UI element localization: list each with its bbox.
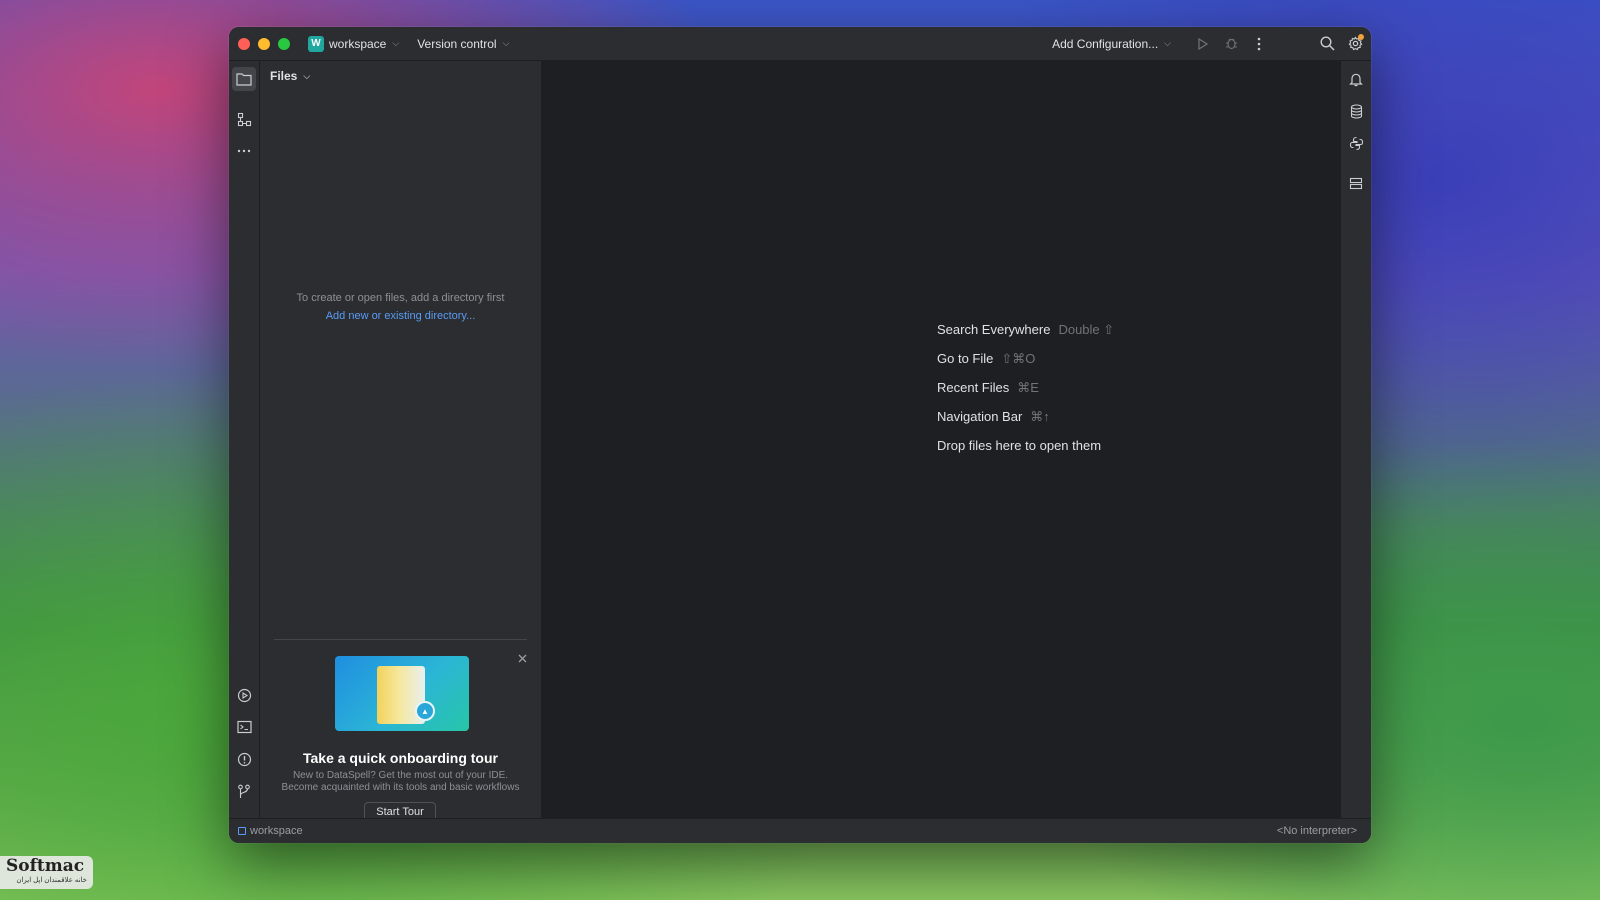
close-window-button[interactable]	[238, 37, 250, 50]
vertical-ellipsis-icon	[1257, 37, 1261, 50]
editor-empty-hints: Search Everywhere Double ⇧ Go to File ⇧⌘O …	[937, 315, 1114, 460]
debug-button[interactable]	[1217, 30, 1245, 58]
hint-label: Navigation Bar	[937, 409, 1023, 424]
window-controls	[238, 37, 290, 50]
hint-shortcut: Double ⇧	[1058, 321, 1115, 337]
divider	[274, 639, 527, 640]
watermark-tagline: خانه علاقمندان اپل ایران	[16, 877, 87, 884]
git-branch-icon	[238, 784, 250, 798]
chevron-down-icon: ⌵	[502, 38, 510, 48]
services-tool-button[interactable]	[232, 683, 256, 707]
structure-tool-button[interactable]	[232, 107, 256, 131]
hint-search-everywhere: Search Everywhere Double ⇧	[937, 315, 1114, 344]
tour-description-line: New to DataSpell? Get the most out of yo…	[292, 770, 509, 781]
bell-icon	[1349, 73, 1363, 86]
project-icon	[238, 827, 246, 835]
project-name: workspace	[329, 36, 387, 51]
settings-button[interactable]	[1341, 30, 1369, 58]
tour-description: New to DataSpell? Get the most out of yo…	[270, 770, 531, 794]
graduation-cap-icon: ▲	[415, 701, 435, 721]
version-control-label: Version control	[417, 36, 497, 51]
empty-files-hint: To create or open files, add a directory…	[296, 292, 505, 304]
structure-icon	[237, 112, 251, 126]
files-panel: Files ⌵ To create or open files, add a d…	[260, 61, 542, 822]
hint-navigation-bar: Navigation Bar ⌘↑	[937, 402, 1114, 431]
problems-tool-button[interactable]	[232, 747, 256, 771]
hint-label: Drop files here to open them	[937, 438, 1102, 453]
tour-title: Take a quick onboarding tour	[303, 750, 498, 766]
git-tool-button[interactable]	[232, 779, 256, 803]
hint-label: Go to File	[937, 351, 994, 366]
play-icon	[1198, 37, 1209, 50]
files-panel-header[interactable]: Files ⌵	[270, 69, 310, 83]
python-icon	[1349, 136, 1363, 150]
hint-go-to-file: Go to File ⇧⌘O	[937, 344, 1114, 373]
notification-dot	[1358, 33, 1364, 40]
database-icon	[1350, 103, 1362, 119]
close-tour-button[interactable]	[518, 651, 527, 666]
python-console-tool-button[interactable]	[1344, 131, 1368, 155]
terminal-tool-button[interactable]	[232, 715, 256, 739]
status-bar: workspace <No interpreter>	[229, 818, 1371, 843]
watermark-brand: Softmac	[6, 856, 85, 876]
tour-description-line: Become acquainted with its tools and bas…	[281, 782, 520, 793]
title-bar: W workspace ⌵ Version control ⌵ Add Conf…	[229, 27, 1371, 61]
project-badge: W	[308, 35, 324, 52]
run-configuration-selector[interactable]: Add Configuration... ⌵	[1052, 37, 1171, 51]
layers-icon	[1349, 177, 1363, 189]
search-everywhere-button[interactable]	[1313, 30, 1341, 58]
chevron-down-icon: ⌵	[392, 38, 400, 48]
hint-label: Search Everywhere	[937, 322, 1051, 337]
run-button[interactable]	[1189, 30, 1217, 58]
hint-drop-files: Drop files here to open them	[937, 431, 1114, 460]
left-tool-strip	[229, 61, 260, 818]
play-circle-icon	[237, 688, 251, 702]
bug-icon	[1225, 38, 1237, 50]
add-directory-link[interactable]: Add new or existing directory...	[260, 310, 541, 322]
chevron-down-icon: ⌵	[1164, 38, 1171, 48]
maximize-window-button[interactable]	[278, 37, 290, 50]
notifications-tool-button[interactable]	[1344, 67, 1368, 91]
editor-area[interactable]: Search Everywhere Double ⇧ Go to File ⇧⌘O …	[542, 61, 1340, 818]
more-actions-button[interactable]	[1245, 30, 1273, 58]
hint-shortcut: ⌘E	[1017, 379, 1039, 395]
project-selector[interactable]: W workspace ⌵	[308, 35, 400, 52]
minimize-window-button[interactable]	[258, 37, 270, 50]
onboarding-tour-illustration: ▲	[335, 656, 469, 731]
version-control-selector[interactable]: Version control ⌵	[417, 37, 509, 51]
search-icon	[1319, 36, 1335, 51]
status-project-widget[interactable]: workspace	[238, 825, 303, 837]
hint-label: Recent Files	[937, 380, 1010, 395]
more-tools-button[interactable]	[232, 139, 256, 163]
add-configuration-label: Add Configuration...	[1052, 36, 1159, 51]
horizontal-ellipsis-icon	[237, 149, 251, 153]
interpreter-selector[interactable]: <No interpreter>	[1277, 825, 1357, 837]
database-tool-button[interactable]	[1344, 99, 1368, 123]
files-tool-button[interactable]	[232, 67, 256, 91]
hint-shortcut: ⇧⌘O	[1001, 350, 1036, 366]
ide-window: W workspace ⌵ Version control ⌵ Add Conf…	[229, 27, 1371, 843]
status-project-name: workspace	[250, 825, 303, 837]
hint-recent-files: Recent Files ⌘E	[937, 373, 1114, 402]
terminal-icon	[236, 720, 252, 734]
softmac-watermark-logo: Softmac خانه علاقمندان اپل ایران	[0, 856, 93, 889]
warning-circle-icon	[237, 752, 251, 766]
hint-shortcut: ⌘↑	[1030, 408, 1050, 424]
files-panel-title: Files	[270, 69, 298, 83]
close-icon	[518, 654, 527, 663]
chevron-down-icon: ⌵	[303, 70, 311, 81]
jupyter-variables-tool-button[interactable]	[1344, 171, 1368, 195]
folder-icon	[236, 73, 252, 86]
right-tool-strip	[1340, 61, 1371, 818]
title-bar-actions: Add Configuration... ⌵	[1052, 27, 1371, 60]
